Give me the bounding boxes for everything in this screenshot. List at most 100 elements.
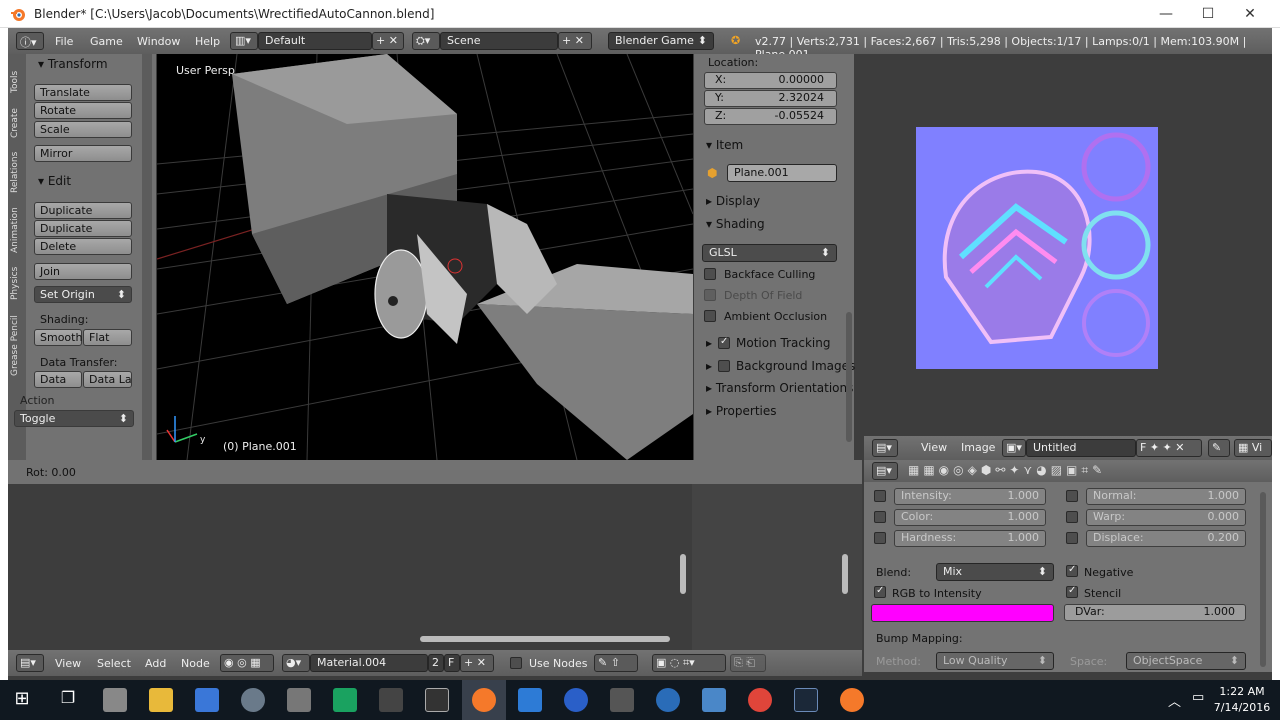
displace-checkbox[interactable] xyxy=(1066,532,1078,544)
method-dropdown[interactable]: Low Quality ⬍ xyxy=(936,652,1054,670)
steam-like-icon[interactable] xyxy=(702,688,726,712)
menu-window[interactable]: Window xyxy=(137,35,180,48)
node-menu-select[interactable]: Select xyxy=(97,657,131,670)
depth-of-field-checkbox[interactable] xyxy=(704,289,716,301)
tray-time[interactable]: 1:22 AM xyxy=(1212,685,1272,698)
translate-button[interactable]: Translate xyxy=(34,84,132,101)
location-z-field[interactable]: Z: -0.05524 xyxy=(704,108,837,125)
editor-type-button[interactable]: ⓘ▾ xyxy=(16,32,44,50)
shading-panel-header[interactable]: ▾ Shading xyxy=(706,217,765,231)
motion-tracking-expand[interactable]: ▸ xyxy=(706,336,712,350)
clock-icon[interactable] xyxy=(656,688,680,712)
shading-mode-dropdown[interactable]: GLSL ⬍ xyxy=(702,244,837,262)
layout-icon[interactable]: ▥▾ xyxy=(230,32,258,50)
tab-relations[interactable]: Relations xyxy=(10,144,24,200)
edit-panel-header[interactable]: ▾ Edit xyxy=(38,174,71,188)
ambient-occlusion-checkbox[interactable] xyxy=(704,310,716,322)
node-menu-node[interactable]: Node xyxy=(181,657,210,670)
transform-orientations-header[interactable]: ▸ Transform Orientations xyxy=(706,381,853,395)
image-name-field[interactable]: Untitled xyxy=(1026,439,1136,457)
image-browse-icon[interactable]: ▣▾ xyxy=(1002,439,1026,457)
layout-add-remove[interactable]: + ✕ xyxy=(372,32,404,50)
scene-selector[interactable]: Scene xyxy=(440,32,558,50)
location-y-field[interactable]: Y: 2.32024 xyxy=(704,90,837,107)
maximize-button[interactable]: ☐ xyxy=(1186,0,1230,28)
tab-animation[interactable]: Animation xyxy=(10,200,24,260)
join-button[interactable]: Join xyxy=(34,263,132,280)
hardness-field[interactable]: Hardness: 1.000 xyxy=(894,530,1046,547)
node-editor-h-scrollbar[interactable] xyxy=(420,636,670,642)
material-users-count[interactable]: 2 xyxy=(428,654,444,672)
background-images-checkbox[interactable] xyxy=(718,360,730,372)
blend-dropdown[interactable]: Mix ⬍ xyxy=(936,563,1054,581)
tab-physics[interactable]: Physics xyxy=(10,260,24,306)
node-editor[interactable] xyxy=(8,484,692,650)
flat-button[interactable]: Flat xyxy=(83,329,132,346)
delete-button[interactable]: Delete xyxy=(34,238,132,255)
texture-panel-scrollbar[interactable] xyxy=(1260,492,1266,667)
space-dropdown[interactable]: ObjectSpace ⬍ xyxy=(1126,652,1246,670)
item-panel-header[interactable]: ▾ Item xyxy=(706,138,743,152)
snap-tools[interactable]: ▣ ◌ ⌗▾ xyxy=(652,654,726,672)
location-x-field[interactable]: X: 0.00000 xyxy=(704,72,837,89)
windows-icon[interactable]: ⊞ xyxy=(10,688,34,712)
network-icon[interactable]: ▭ xyxy=(1192,690,1204,705)
motion-tracking-checkbox[interactable] xyxy=(718,336,730,349)
data-button[interactable]: Data xyxy=(34,371,82,388)
spider-icon[interactable] xyxy=(379,688,403,712)
3d-viewport[interactable]: User Persp y (0) Plane.001 xyxy=(157,54,693,460)
dvar-field[interactable]: DVar: 1.000 xyxy=(1064,604,1246,621)
menu-file[interactable]: File xyxy=(55,35,73,48)
copy-paste-nodes[interactable]: ⎘ ⎗ xyxy=(730,654,766,672)
image-fake-user-button[interactable]: F ✦ ✦ ✕ xyxy=(1136,439,1202,457)
editor-type-node[interactable]: ▤▾ xyxy=(16,654,44,672)
calculator-icon[interactable] xyxy=(103,688,127,712)
close-button[interactable]: ✕ xyxy=(1228,0,1272,28)
duplicate-linked-button[interactable]: Duplicate Linked xyxy=(34,220,132,249)
display-panel-header[interactable]: ▸ Display xyxy=(706,194,760,208)
rgb-to-intensity-checkbox[interactable] xyxy=(874,585,886,598)
mirror-button[interactable]: Mirror xyxy=(34,145,132,162)
pin-icon[interactable]: ✎ xyxy=(1208,439,1230,457)
node-sidebar-scrollbar[interactable] xyxy=(842,554,848,594)
render-engine-selector[interactable]: Blender Game ⬍ xyxy=(608,32,714,50)
firefox-icon[interactable] xyxy=(564,688,588,712)
editor-type-image[interactable]: ▤▾ xyxy=(872,439,898,457)
data-layout-button[interactable]: Data Lay xyxy=(83,371,132,388)
menu-image[interactable]: Image xyxy=(961,441,995,454)
blender2-icon[interactable] xyxy=(840,688,864,712)
google-drive-icon[interactable] xyxy=(333,688,357,712)
menu-help[interactable]: Help xyxy=(195,35,220,48)
task-view-icon[interactable]: ❐ xyxy=(56,688,80,712)
menu-view[interactable]: View xyxy=(921,441,947,454)
image-editor[interactable] xyxy=(864,54,1272,436)
outlook-icon[interactable] xyxy=(518,688,542,712)
view-mode-button[interactable]: ▦ Vi xyxy=(1234,439,1272,457)
tray-date[interactable]: 7/14/2016 xyxy=(1212,701,1272,714)
hardness-checkbox[interactable] xyxy=(874,532,886,544)
stencil-checkbox[interactable] xyxy=(1066,585,1078,598)
editor-type-properties[interactable]: ▤▾ xyxy=(872,462,898,480)
scale-button[interactable]: Scale xyxy=(34,121,132,138)
displace-field[interactable]: Displace: 0.200 xyxy=(1086,530,1246,547)
use-nodes-checkbox[interactable] xyxy=(510,657,522,669)
intensity-checkbox[interactable] xyxy=(874,490,886,502)
rotate-button[interactable]: Rotate xyxy=(34,102,132,119)
color-field[interactable]: Color: 1.000 xyxy=(894,509,1046,526)
node-editor-v-scrollbar[interactable] xyxy=(680,554,686,594)
chrome-icon[interactable] xyxy=(748,688,772,712)
smooth-button[interactable]: Smooth xyxy=(34,329,82,346)
store-icon[interactable] xyxy=(195,688,219,712)
transform-panel-header[interactable]: ▾ Transform xyxy=(38,57,108,71)
backface-culling-checkbox[interactable] xyxy=(704,268,716,280)
menu-game[interactable]: Game xyxy=(90,35,123,48)
node-menu-view[interactable]: View xyxy=(55,657,81,670)
background-images-expand[interactable]: ▸ xyxy=(706,359,712,373)
set-origin-dropdown[interactable]: Set Origin ⬍ xyxy=(34,286,132,303)
properties-header[interactable]: ▸ Properties xyxy=(706,404,777,418)
fl-icon[interactable] xyxy=(425,688,449,712)
normal-field[interactable]: Normal: 1.000 xyxy=(1086,488,1246,505)
pin-icon[interactable]: ✎ ⇧ xyxy=(594,654,638,672)
film-icon[interactable] xyxy=(287,688,311,712)
scene-icon[interactable]: ⛭▾ xyxy=(412,32,440,50)
